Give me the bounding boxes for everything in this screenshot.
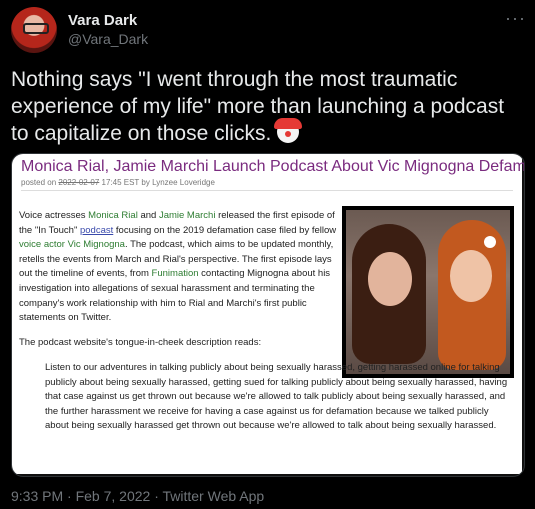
article-quote: Listen to our adventures in talking publ… — [45, 362, 508, 432]
article-title: Monica Rial, Jamie Marchi Launch Podcast… — [21, 158, 525, 175]
link-vic-mignogna: voice actor Vic Mignogna — [19, 239, 125, 251]
meta-date: 2022-02-07 — [58, 178, 100, 187]
tweet-timestamp[interactable]: 9:33 PM · Feb 7, 2022 · Twitter Web App — [11, 488, 264, 504]
link-podcast: podcast — [79, 224, 114, 236]
author-name[interactable]: Vara Dark — [68, 12, 137, 29]
article-caption: The podcast website's tongue-in-cheek de… — [19, 337, 262, 348]
article-photo — [342, 206, 514, 378]
glasses-graphic — [23, 23, 49, 34]
link-monica-rial: Monica Rial — [88, 210, 138, 221]
link-jamie-marchi: Jamie Marchi — [158, 210, 216, 221]
person-right-face — [450, 250, 492, 302]
flower-icon — [484, 236, 496, 248]
p-text: focusing on the 2019 defamation case fil… — [113, 224, 337, 236]
p-text: and — [137, 210, 159, 221]
photo-content — [346, 210, 510, 374]
article-meta: posted on 2022-02-07 17:45 EST by Lynzee… — [21, 178, 215, 187]
clown-face-icon — [274, 118, 303, 143]
meta-suffix: 17:45 EST by Lynzee Loveridge — [99, 178, 215, 187]
article-screenshot[interactable]: Monica Rial, Jamie Marchi Launch Podcast… — [11, 153, 525, 477]
person-left-face — [368, 252, 412, 306]
divider — [21, 190, 513, 191]
tweet-body: Nothing says "I went through the most tr… — [11, 68, 505, 145]
article-page: Monica Rial, Jamie Marchi Launch Podcast… — [12, 154, 525, 474]
p-text: Voice actresses — [19, 210, 89, 221]
avatar[interactable] — [11, 7, 57, 53]
meta-prefix: posted on — [21, 178, 59, 187]
more-horizontal-icon[interactable]: ··· — [505, 8, 526, 29]
tweet-text: Nothing says "I went through the most tr… — [11, 66, 526, 147]
link-funimation: Funimation — [151, 268, 199, 280]
article-paragraph: Voice actresses Monica Rial and Jamie Ma… — [19, 209, 339, 326]
author-handle[interactable]: @Vara_Dark — [68, 31, 148, 47]
